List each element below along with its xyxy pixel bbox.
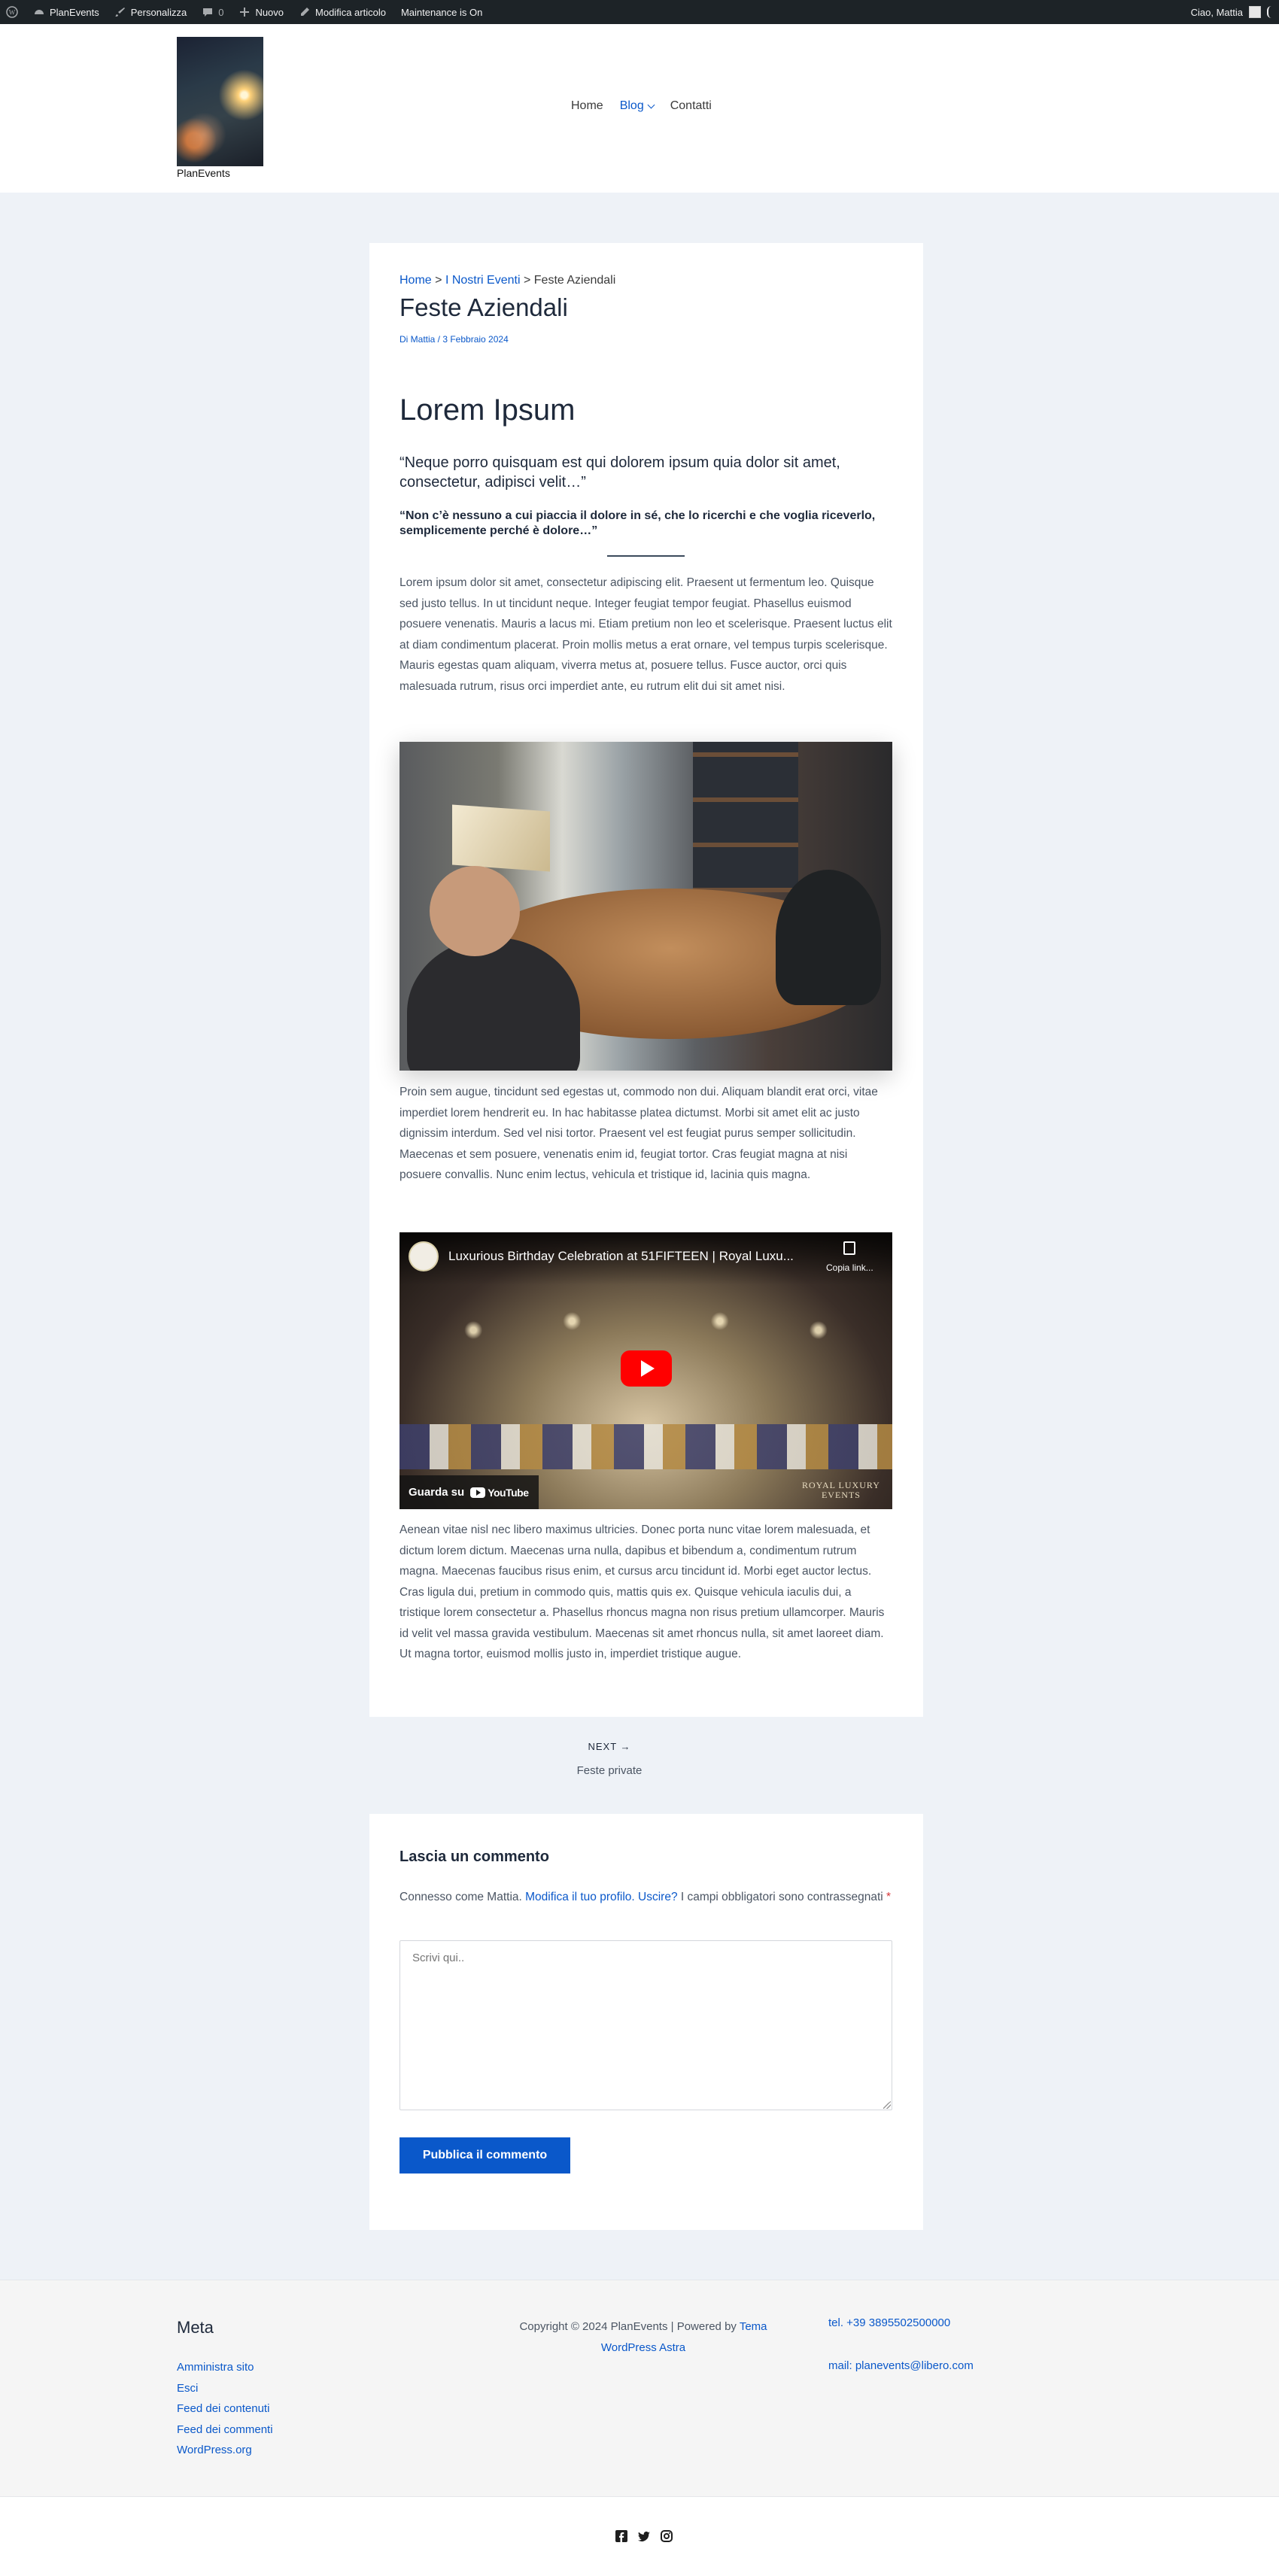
brush-icon <box>114 8 125 17</box>
watch-on-youtube-button[interactable]: Guarda su YouTube <box>399 1475 539 1509</box>
footer-copyright: Copyright © 2024 PlanEvents | Powered by… <box>519 2320 767 2354</box>
play-button[interactable] <box>621 1350 672 1387</box>
admin-account-menu[interactable]: Ciao, Mattia <box>1191 6 1279 18</box>
admin-customize-link[interactable]: Personalizza <box>107 0 194 24</box>
admin-maintenance-status[interactable]: Maintenance is On <box>393 0 490 24</box>
paragraph-2: Proin sem augue, tincidunt sed egestas u… <box>399 1086 878 1181</box>
social-icons <box>615 2530 673 2542</box>
footer-bottom-bar <box>0 2496 1279 2576</box>
dashboard-icon <box>35 10 44 14</box>
copy-link-icon[interactable] <box>843 1241 855 1255</box>
site-logo[interactable] <box>177 37 263 166</box>
youtube-embed[interactable]: Luxurious Birthday Celebration at 51FIFT… <box>399 1232 892 1509</box>
comment-form-card: Lascia un commento Connesso come Mattia.… <box>369 1814 923 2230</box>
admin-extra-icon[interactable] <box>1267 6 1271 18</box>
logged-in-note: Connesso come Mattia. Modifica il tuo pr… <box>399 1891 892 1903</box>
nav-item-contatti[interactable]: Contatti <box>662 99 720 113</box>
breadcrumb-category[interactable]: I Nostri Eventi <box>445 274 521 287</box>
comment-textarea[interactable] <box>399 1940 892 2110</box>
channel-avatar[interactable] <box>409 1241 439 1271</box>
nav-item-blog-label: Blog <box>619 99 644 112</box>
main-navigation: Home Blog Contatti <box>563 99 720 113</box>
next-post-title[interactable]: Feste private <box>0 1764 1219 1777</box>
paragraph-3: Aenean vitae nisl nec libero maximus ult… <box>399 1523 885 1660</box>
admin-site-link[interactable]: PlanEvents <box>26 0 107 24</box>
submit-comment-button[interactable]: Pubblica il commento <box>399 2137 570 2174</box>
breadcrumb-home[interactable]: Home <box>399 274 432 287</box>
comment-heading: Lascia un commento <box>399 1848 549 1865</box>
site-title[interactable]: PlanEvents <box>177 167 230 179</box>
logout-link[interactable]: Uscire? <box>638 1891 678 1903</box>
site-header: PlanEvents Home Blog Contatti <box>0 24 1279 193</box>
footer-meta-links: Amministra sito Esci Feed dei contenuti … <box>177 2359 273 2459</box>
nav-item-blog[interactable]: Blog <box>612 99 662 113</box>
paragraph-1: Lorem ipsum dolor sit amet, consectetur … <box>399 576 892 693</box>
svg-text:W: W <box>9 9 16 17</box>
wordpress-logo-icon[interactable]: W <box>0 0 26 24</box>
footer-link-logout[interactable]: Esci <box>177 2380 273 2397</box>
page-title: Feste Aziendali <box>399 293 568 321</box>
footer-link-admin[interactable]: Amministra sito <box>177 2359 273 2376</box>
admin-greeting: Ciao, Mattia <box>1190 6 1243 18</box>
resize-handle-icon[interactable] <box>883 2101 891 2109</box>
article-card: Home > I Nostri Eventi > Feste Aziendali… <box>369 243 923 1717</box>
breadcrumb-separator: > <box>523 274 531 287</box>
footer-mail[interactable]: mail: planevents@libero.com <box>828 2359 974 2372</box>
nav-item-home[interactable]: Home <box>563 99 612 113</box>
footer-link-comments-feed[interactable]: Feed dei commenti <box>177 2422 273 2438</box>
video-watermark: ROYAL LUXURY EVENTS <box>802 1480 880 1500</box>
quote-primary: “Neque porro quisquam est qui dolorem ip… <box>399 454 840 491</box>
admin-edit-post-label: Modifica articolo <box>315 6 386 18</box>
footer-meta-title: Meta <box>177 2318 214 2337</box>
breadcrumb-separator: > <box>435 274 442 287</box>
breadcrumb: Home > I Nostri Eventi > Feste Aziendali <box>399 274 892 287</box>
youtube-logo-icon: YouTube <box>470 1486 529 1499</box>
comment-bubble-icon <box>203 8 213 17</box>
avatar <box>1249 6 1261 18</box>
youtube-wordmark: YouTube <box>488 1486 529 1499</box>
facebook-icon[interactable] <box>615 2530 627 2542</box>
twitter-icon[interactable] <box>638 2530 650 2542</box>
breadcrumb-current: Feste Aziendali <box>533 274 616 287</box>
admin-comments-count: 0 <box>218 6 224 18</box>
admin-edit-post-link[interactable]: Modifica articolo <box>291 0 393 24</box>
next-post-label[interactable]: NEXT → <box>0 1741 1219 1752</box>
watch-on-label: Guarda su <box>409 1486 465 1499</box>
admin-bar: W PlanEvents Personalizza 0 Nuovo Modifi… <box>0 0 1279 24</box>
footer-link-wordpress[interactable]: WordPress.org <box>177 2442 273 2459</box>
admin-site-name: PlanEvents <box>50 6 99 18</box>
video-title[interactable]: Luxurious Birthday Celebration at 51FIFT… <box>448 1249 825 1264</box>
separator <box>607 555 685 557</box>
admin-new-label: Nuovo <box>255 6 284 18</box>
instagram-icon[interactable] <box>661 2530 673 2542</box>
post-meta[interactable]: Di Mattia / 3 Febbraio 2024 <box>399 334 892 345</box>
site-footer: Meta Amministra sito Esci Feed dei conte… <box>0 2280 1279 2496</box>
admin-new-link[interactable]: Nuovo <box>231 0 291 24</box>
meeting-photo <box>399 742 892 1071</box>
quote-secondary: “Non c’è nessuno a cui piaccia il dolore… <box>399 509 876 537</box>
required-note: I campi obbligatori sono contrassegnati <box>680 1891 883 1903</box>
edit-profile-link[interactable]: Modifica il tuo profilo. <box>525 1891 635 1903</box>
admin-customize-label: Personalizza <box>130 6 187 18</box>
footer-phone[interactable]: tel. +39 3895502500000 <box>828 2316 950 2329</box>
copy-link-label[interactable]: Copia link... <box>826 1262 873 1273</box>
chevron-down-icon[interactable] <box>647 101 655 108</box>
plus-icon <box>240 8 250 17</box>
pencil-icon <box>301 8 310 16</box>
footer-link-feed[interactable]: Feed dei contenuti <box>177 2401 273 2417</box>
required-mark: * <box>886 1891 892 1903</box>
content-heading: Lorem Ipsum <box>399 393 576 427</box>
admin-maintenance-label: Maintenance is On <box>400 6 483 18</box>
admin-comments-link[interactable]: 0 <box>194 0 231 24</box>
